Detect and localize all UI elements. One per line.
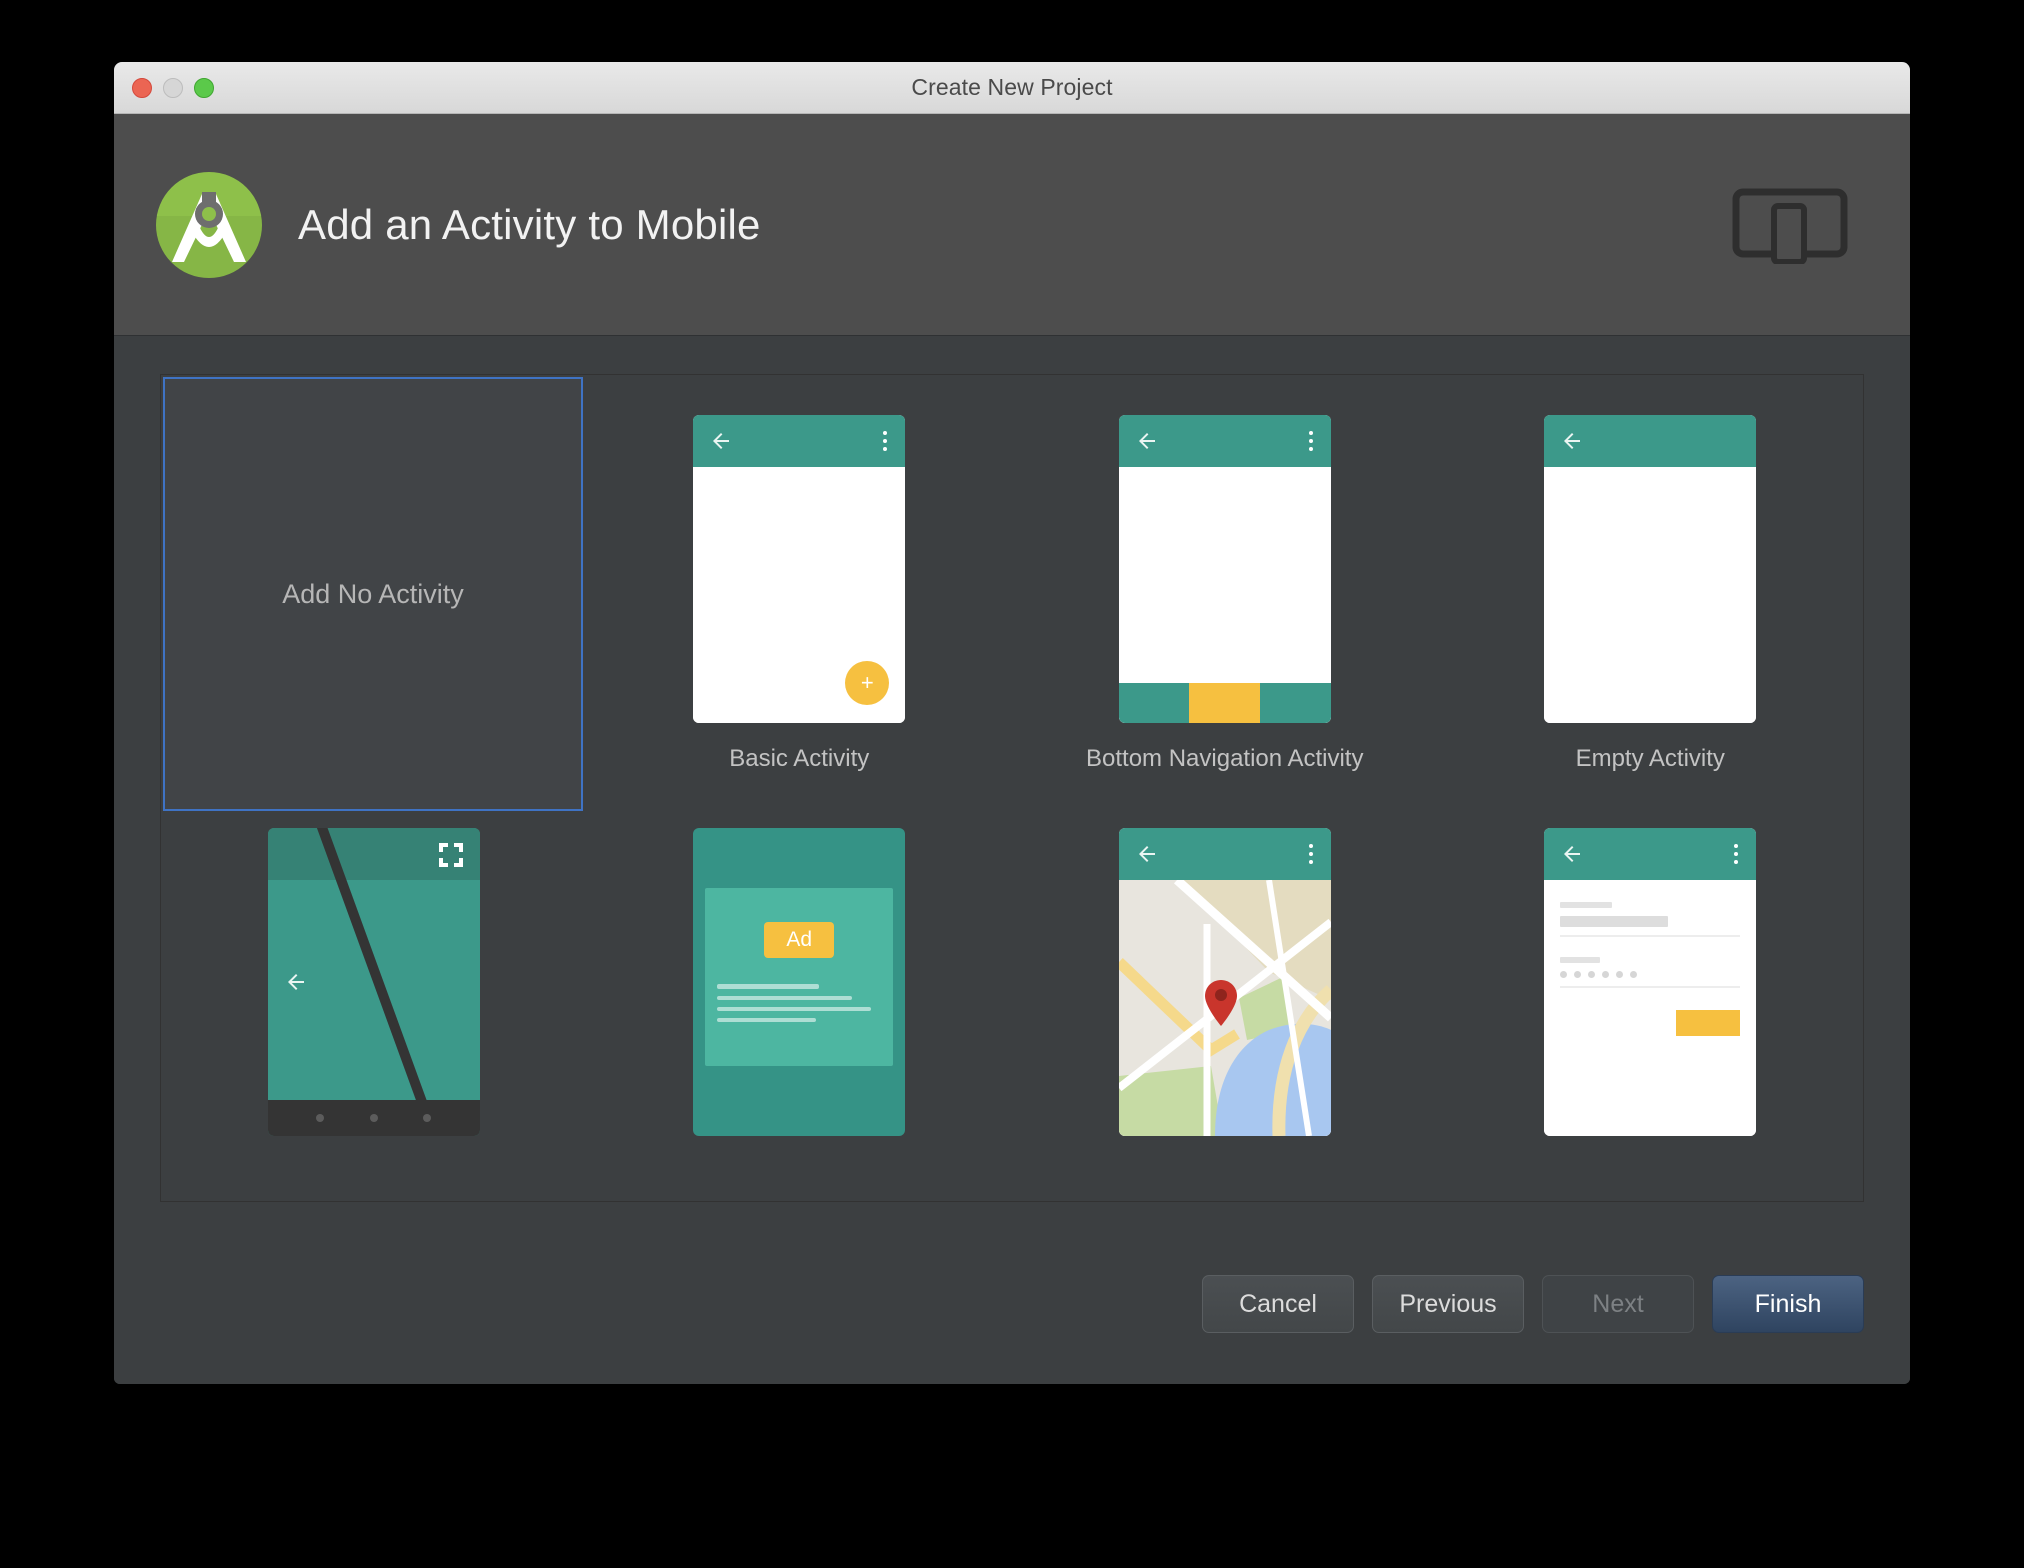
tablet-and-phone-icon bbox=[1732, 186, 1848, 264]
window-titlebar: Create New Project bbox=[114, 62, 1910, 114]
template-thumbnail-ads-activity[interactable]: Ad bbox=[693, 828, 905, 1136]
previous-button[interactable]: Previous bbox=[1372, 1275, 1524, 1333]
map-surface bbox=[1119, 880, 1331, 1136]
fullscreen-expand-icon bbox=[438, 842, 464, 868]
overflow-menu-icon bbox=[1309, 431, 1313, 451]
app-bar bbox=[1544, 415, 1756, 467]
back-arrow-icon bbox=[1560, 842, 1584, 866]
template-label: Basic Activity bbox=[729, 745, 869, 773]
overflow-menu-icon bbox=[1734, 844, 1738, 864]
template-thumbnail-empty-activity[interactable] bbox=[1544, 415, 1756, 723]
floating-action-button-add-icon: + bbox=[845, 661, 889, 705]
maximize-window-button[interactable] bbox=[194, 78, 214, 98]
app-bar bbox=[1119, 415, 1331, 467]
wizard-content: Add No Activity bbox=[114, 336, 1910, 1383]
template-thumbnail-bottom-navigation-activity[interactable] bbox=[1119, 415, 1331, 723]
next-button: Next bbox=[1542, 1275, 1694, 1333]
activity-templates-grid: Add No Activity bbox=[161, 375, 1863, 1201]
password-field-value bbox=[1560, 971, 1740, 978]
sign-in-button bbox=[1676, 1010, 1740, 1036]
overflow-menu-icon bbox=[883, 431, 887, 451]
ad-content-card: Ad bbox=[705, 888, 893, 1066]
create-new-project-window: Create New Project Add an Activity to Mo… bbox=[114, 62, 1910, 1384]
bottom-nav-item-active bbox=[1189, 683, 1260, 723]
password-field-underline bbox=[1560, 986, 1740, 988]
overflow-menu-icon bbox=[1309, 844, 1313, 864]
close-window-button[interactable] bbox=[132, 78, 152, 98]
template-cell-empty-activity[interactable]: Empty Activity bbox=[1438, 375, 1864, 788]
template-cell-basic-activity[interactable]: + Basic Activity bbox=[587, 375, 1013, 788]
login-form bbox=[1544, 880, 1756, 1136]
template-add-no-activity[interactable]: Add No Activity bbox=[163, 377, 583, 811]
activity-templates-panel: Add No Activity bbox=[160, 374, 1864, 1202]
bottom-navigation-bar bbox=[1119, 683, 1331, 723]
page-title: Add an Activity to Mobile bbox=[298, 201, 761, 249]
back-arrow-icon bbox=[709, 429, 733, 453]
wizard-button-bar: Cancel Previous Next Finish bbox=[114, 1252, 1910, 1384]
android-studio-logo-icon bbox=[154, 170, 264, 280]
template-label: Add No Activity bbox=[282, 579, 464, 610]
wizard-header: Add an Activity to Mobile bbox=[114, 114, 1910, 336]
nav-dot bbox=[423, 1114, 431, 1122]
username-field-label bbox=[1560, 902, 1612, 908]
app-bar bbox=[1544, 828, 1756, 880]
finish-button[interactable]: Finish bbox=[1712, 1275, 1864, 1333]
bottom-nav-item bbox=[1119, 683, 1190, 723]
back-arrow-icon bbox=[1560, 429, 1584, 453]
system-navigation-bar bbox=[268, 1100, 480, 1136]
window-controls bbox=[132, 62, 214, 114]
minimize-window-button[interactable] bbox=[163, 78, 183, 98]
app-bar bbox=[1119, 828, 1331, 880]
template-cell-bottom-navigation-activity[interactable]: Bottom Navigation Activity bbox=[1012, 375, 1438, 788]
ad-badge-icon: Ad bbox=[764, 922, 834, 958]
template-thumbnail-basic-activity[interactable]: + bbox=[693, 415, 905, 723]
bottom-nav-item bbox=[1260, 683, 1331, 723]
placeholder-text-lines bbox=[717, 984, 881, 1022]
template-label: Empty Activity bbox=[1576, 745, 1725, 773]
back-arrow-icon bbox=[1135, 842, 1159, 866]
template-cell-no-activity: Add No Activity bbox=[161, 375, 587, 788]
template-cell-login-activity[interactable] bbox=[1438, 788, 1864, 1201]
template-thumbnail-maps-activity[interactable] bbox=[1119, 828, 1331, 1136]
content-surface bbox=[1544, 467, 1756, 723]
map-pin-icon bbox=[1205, 980, 1237, 1031]
app-bar bbox=[693, 415, 905, 467]
template-cell-maps-activity[interactable] bbox=[1012, 788, 1438, 1201]
template-cell-fullscreen-activity[interactable] bbox=[161, 788, 587, 1201]
back-arrow-icon bbox=[284, 970, 308, 994]
content-surface: + bbox=[693, 467, 905, 723]
password-field-label bbox=[1560, 957, 1600, 963]
cancel-button[interactable]: Cancel bbox=[1202, 1275, 1354, 1333]
username-field-value bbox=[1560, 916, 1668, 927]
template-label: Bottom Navigation Activity bbox=[1086, 745, 1363, 773]
window-title: Create New Project bbox=[911, 74, 1112, 101]
username-field-underline bbox=[1560, 935, 1740, 937]
nav-dot bbox=[370, 1114, 378, 1122]
nav-dot bbox=[316, 1114, 324, 1122]
template-thumbnail-login-activity[interactable] bbox=[1544, 828, 1756, 1136]
back-arrow-icon bbox=[1135, 429, 1159, 453]
template-cell-ads-activity[interactable]: Ad bbox=[587, 788, 1013, 1201]
template-thumbnail-fullscreen-activity[interactable] bbox=[268, 828, 480, 1136]
